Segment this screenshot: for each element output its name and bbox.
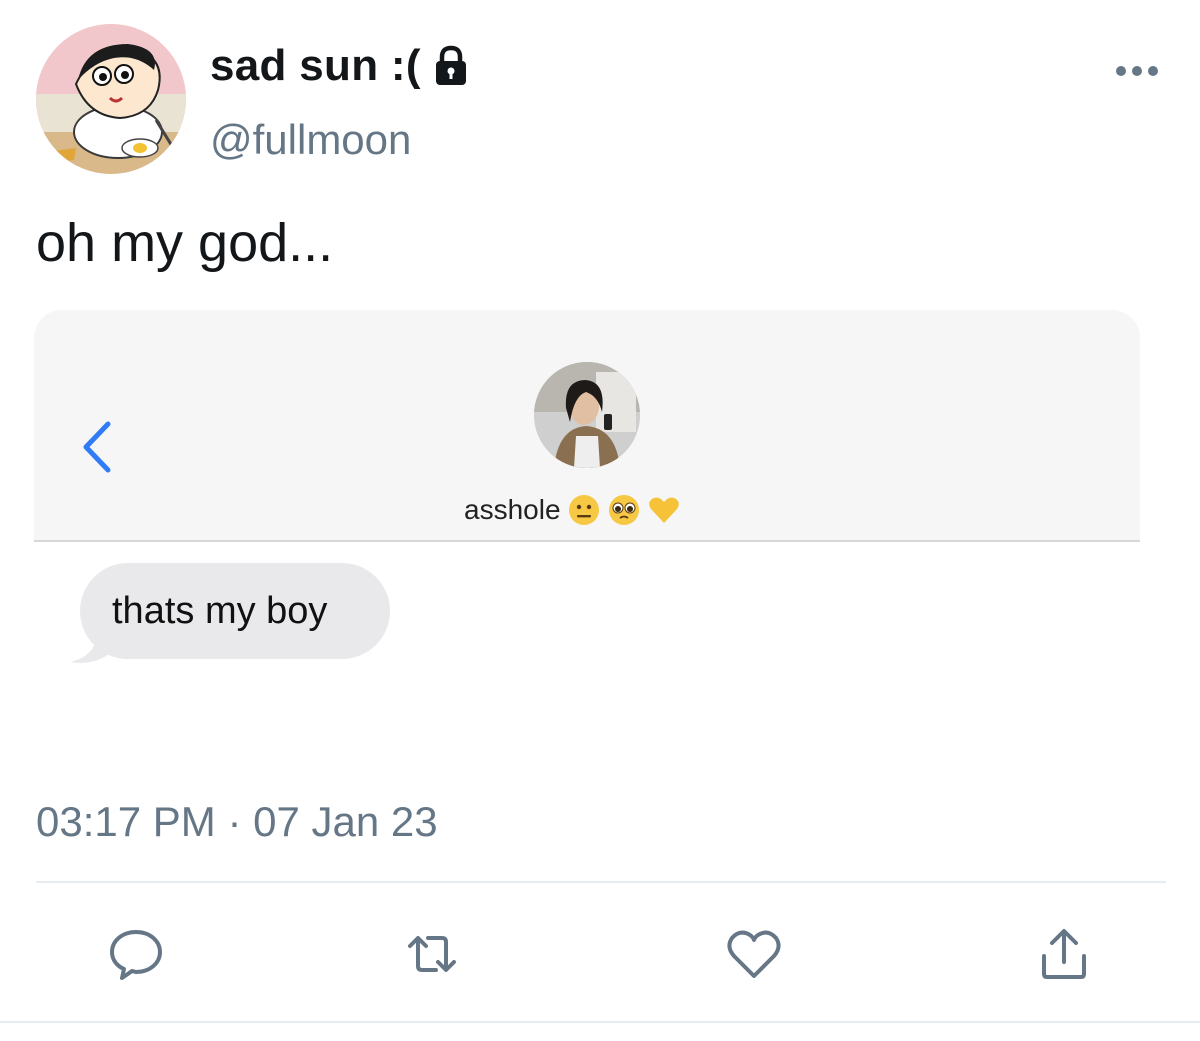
tweet-text: oh my god...: [36, 213, 334, 273]
message-text: thats my boy: [112, 589, 328, 632]
more-horizontal-icon[interactable]: [1114, 64, 1160, 78]
contact-name: asshole: [464, 494, 561, 525]
divider: [0, 1021, 1200, 1023]
share-icon: [1042, 929, 1086, 979]
received-message-bubble: thats my boy: [80, 563, 390, 659]
speech-bubble-icon: [110, 930, 162, 980]
contact-photo: [534, 362, 640, 468]
pleading-face-emoji: [608, 495, 639, 525]
retweet-button[interactable]: [404, 926, 460, 982]
user-handle[interactable]: @fullmoon: [210, 116, 411, 164]
profile-avatar[interactable]: [36, 24, 186, 174]
tweet-timestamp[interactable]: 03:17 PM · 07 Jan 23: [36, 798, 438, 846]
yellow-heart-emoji: [648, 497, 679, 523]
contact-avatar: [534, 362, 640, 468]
heart-icon: [727, 930, 781, 978]
imessage-header: asshole: [34, 310, 1140, 542]
contact-name-row: asshole: [464, 490, 681, 530]
display-name[interactable]: sad sun :(: [210, 41, 421, 91]
like-button[interactable]: [726, 926, 782, 982]
divider: [36, 881, 1166, 883]
reply-button[interactable]: [108, 926, 164, 982]
lock-icon: [435, 45, 466, 85]
retweet-icon: [408, 936, 456, 972]
share-button[interactable]: [1036, 926, 1092, 982]
neutral-face-emoji: [568, 495, 599, 525]
tweet-media-image[interactable]: asshole thats my boy: [34, 310, 1140, 780]
display-name-row[interactable]: sad sun :(: [210, 40, 471, 92]
cartoon-avatar-image: [36, 24, 186, 174]
chevron-left-icon: [83, 421, 111, 473]
